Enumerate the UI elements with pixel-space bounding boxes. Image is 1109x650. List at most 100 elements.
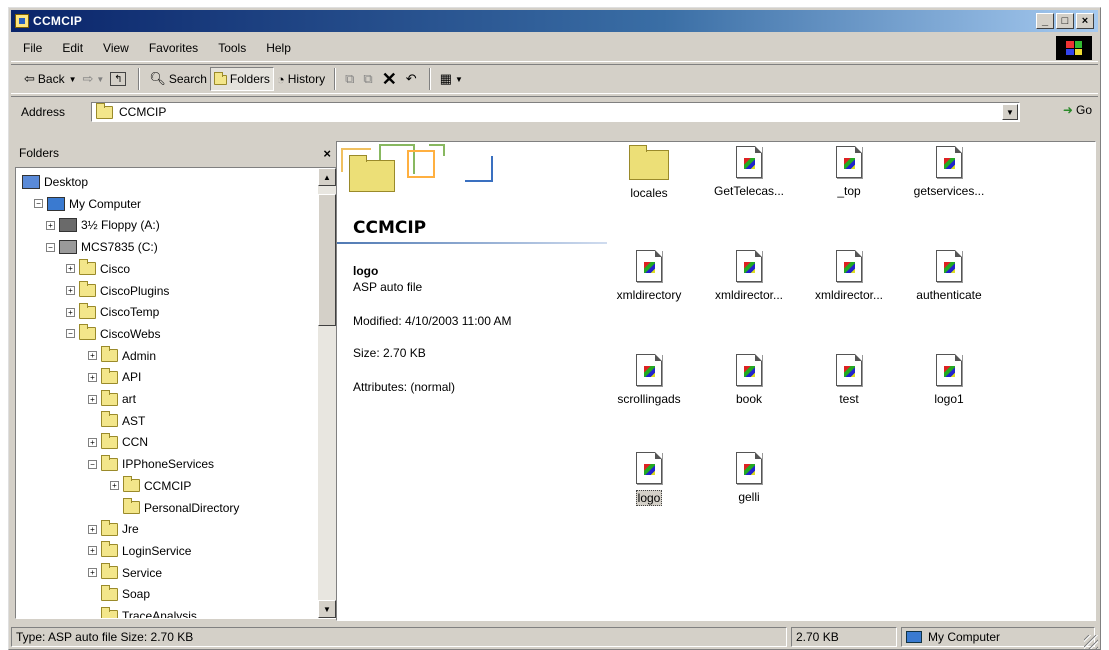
tree-item-label: Soap [122, 587, 151, 602]
tree-item-label: AST [122, 413, 146, 428]
tree-item[interactable]: − MCS7835 (C:) [46, 237, 158, 257]
tree-item[interactable]: + Admin [88, 346, 156, 366]
back-dropdown-icon[interactable]: ▼ [69, 75, 77, 84]
search-button[interactable]: 🔍︎ Search [146, 67, 210, 91]
asp-file-icon [736, 354, 762, 386]
selected-file-type: ASP auto file [353, 280, 423, 294]
asp-file-icon [936, 250, 962, 282]
menu-file[interactable]: File [23, 41, 42, 55]
address-input[interactable]: CCMCIP ▼ [91, 102, 1020, 122]
file-item[interactable]: authenticate [899, 250, 999, 302]
tree-item[interactable]: Desktop [22, 172, 88, 192]
tree-item-label: TraceAnalysis [122, 609, 197, 619]
tree-item[interactable]: − My Computer [34, 194, 141, 214]
folder-icon [101, 411, 118, 428]
views-dropdown-icon[interactable]: ▼ [455, 75, 463, 84]
tree-item[interactable]: +3½ Floppy (A:) [46, 215, 160, 235]
tree-item[interactable]: + API [88, 367, 141, 387]
tree-item[interactable]: PersonalDirectory [110, 498, 239, 518]
menu-edit[interactable]: Edit [62, 41, 83, 55]
collapse-icon[interactable]: − [34, 199, 43, 209]
expand-icon[interactable]: + [88, 546, 97, 556]
close-button[interactable]: × [1076, 13, 1094, 29]
collapse-icon[interactable]: − [88, 459, 97, 469]
folder-tree: TraceAnalysis Soap + Service + LoginService + J… [15, 167, 337, 619]
menu-tools[interactable]: Tools [218, 41, 246, 55]
tree-item[interactable]: + CiscoPlugins [66, 281, 169, 301]
back-button[interactable]: ⇦ Back ▼ [21, 67, 80, 91]
tree-item[interactable]: − CiscoWebs [66, 324, 160, 344]
tree-scrollbar[interactable]: ▲ ▼ [318, 168, 336, 618]
tree-item[interactable]: + CCMCIP [110, 476, 191, 496]
menu-view[interactable]: View [103, 41, 129, 55]
file-item[interactable]: logo1 [899, 354, 999, 406]
expand-icon[interactable]: + [88, 372, 97, 382]
expand-icon[interactable]: + [46, 220, 55, 230]
file-item[interactable]: gelli [699, 452, 799, 504]
tree-item[interactable]: TraceAnalysis [88, 606, 197, 619]
maximize-button[interactable]: □ [1056, 13, 1074, 29]
file-item[interactable]: getservices... [899, 146, 999, 198]
tree-item[interactable]: + art [88, 389, 136, 409]
expand-icon[interactable]: + [110, 481, 119, 491]
file-item[interactable]: logo [599, 452, 699, 506]
expand-icon[interactable]: + [88, 568, 97, 578]
tree-item[interactable]: + CiscoTemp [66, 302, 159, 322]
menu-help[interactable]: Help [266, 41, 291, 55]
expand-icon[interactable]: + [66, 286, 75, 295]
address-value: CCMCIP [119, 105, 167, 119]
tree-item[interactable]: + CCN [88, 432, 148, 452]
tree-item[interactable]: + Cisco [66, 259, 130, 279]
tree-item[interactable]: − IPPhoneServices [88, 454, 214, 474]
expand-icon[interactable]: + [88, 437, 97, 447]
file-item[interactable]: GetTelecas... [699, 146, 799, 198]
tree-item[interactable]: AST [88, 411, 145, 431]
file-item[interactable]: _top [799, 146, 899, 198]
views-button[interactable]: ▦ ▼ [437, 67, 466, 91]
go-button[interactable]: ➜ Go [1063, 103, 1092, 117]
toolbar-separator [138, 68, 141, 90]
file-item[interactable]: test [799, 354, 899, 406]
menu-favorites[interactable]: Favorites [149, 41, 198, 55]
file-item[interactable]: xmldirector... [699, 250, 799, 302]
collapse-icon[interactable]: − [46, 242, 55, 252]
address-dropdown-icon[interactable]: ▼ [1002, 104, 1018, 120]
tree-item[interactable]: + Jre [88, 519, 139, 539]
file-label: gelli [738, 490, 760, 504]
copy-to-button[interactable]: ⧉ [360, 67, 378, 91]
forward-dropdown-icon[interactable]: ▼ [96, 75, 104, 84]
folder-item[interactable]: locales [599, 145, 699, 200]
scroll-up-button[interactable]: ▲ [318, 168, 336, 186]
history-button[interactable]: ◔ History [274, 67, 328, 91]
expand-icon[interactable]: + [66, 264, 75, 274]
scroll-down-button[interactable]: ▼ [318, 600, 336, 618]
file-item[interactable]: scrollingads [599, 354, 699, 406]
history-clock-icon: ◔ [276, 71, 285, 87]
tree-item[interactable]: Soap [88, 584, 150, 604]
minimize-button[interactable]: _ [1036, 13, 1054, 29]
delete-button[interactable]: ✕ [379, 67, 403, 91]
asp-file-icon [936, 146, 962, 178]
up-folder-button[interactable]: ↰ [107, 67, 132, 91]
tree-item[interactable]: + LoginService [88, 541, 191, 561]
file-item[interactable]: xmldirector... [799, 250, 899, 302]
expand-icon[interactable]: + [88, 394, 97, 404]
folder-icon [101, 584, 118, 601]
asp-file-icon [836, 250, 862, 282]
move-to-button[interactable]: ⧉ [342, 67, 360, 91]
tree-item[interactable]: + Service [88, 563, 162, 583]
forward-button[interactable]: ⇨ ▼ [80, 67, 108, 91]
folders-button[interactable]: Folders [209, 67, 274, 91]
scroll-thumb[interactable] [318, 194, 336, 326]
file-item[interactable]: book [699, 354, 799, 406]
folders-pane-close-button[interactable]: × [323, 146, 331, 161]
expand-icon[interactable]: + [88, 351, 97, 361]
collapse-icon[interactable]: − [66, 329, 75, 339]
expand-icon[interactable]: + [66, 307, 75, 317]
title-bar[interactable]: CCMCIP _ □ × [11, 10, 1098, 32]
resize-grip[interactable] [1084, 635, 1098, 649]
file-item[interactable]: xmldirectory [599, 250, 699, 302]
expand-icon[interactable]: + [88, 524, 97, 534]
undo-button[interactable]: ↶ [403, 67, 423, 91]
file-icon-grid: locales GetTelecas... _top getservices... xm… [599, 145, 1019, 566]
